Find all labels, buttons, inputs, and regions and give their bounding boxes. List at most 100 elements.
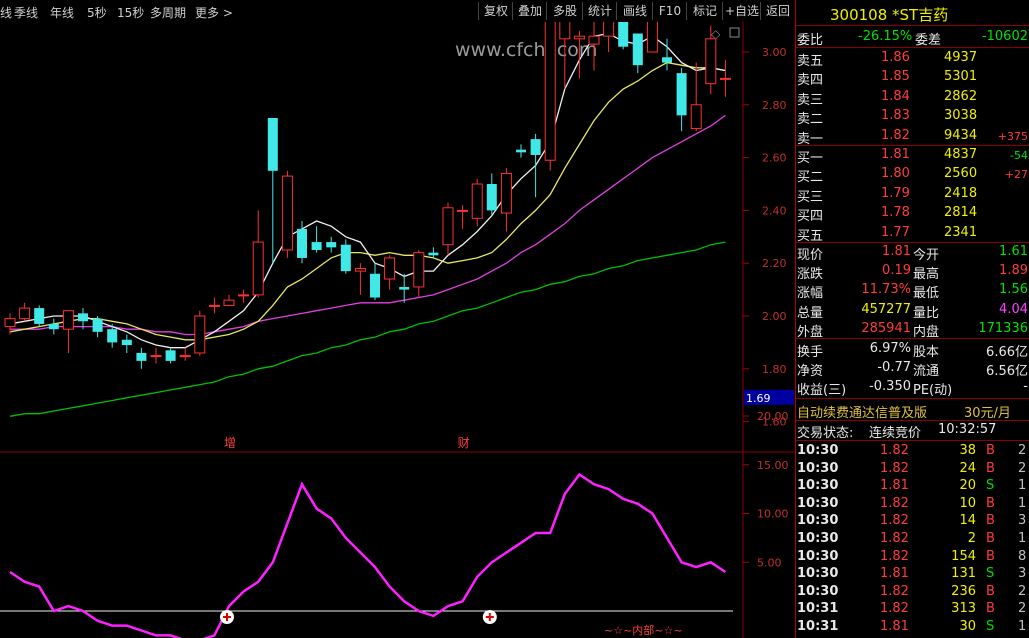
weicha-value: -10602 bbox=[981, 29, 1028, 44]
candle-up[interactable] bbox=[457, 209, 469, 212]
candle-down[interactable] bbox=[311, 242, 322, 250]
sell-level-price[interactable]: 1.84 bbox=[881, 89, 910, 104]
candle-up[interactable] bbox=[223, 299, 235, 306]
period-line[interactable]: 线 bbox=[0, 4, 12, 21]
candle-up[interactable] bbox=[281, 175, 293, 251]
candle-up[interactable] bbox=[62, 310, 74, 330]
indicator-line bbox=[9, 472, 727, 638]
candle-down[interactable] bbox=[516, 149, 526, 153]
candle-up[interactable] bbox=[4, 318, 16, 328]
candle-down[interactable] bbox=[121, 339, 132, 346]
candle-down[interactable] bbox=[676, 73, 687, 116]
indicator-footer: ~☆~内部~☆~ bbox=[604, 623, 683, 637]
mark-button[interactable]: 标记 bbox=[686, 2, 723, 20]
buy-level-label: 买一 bbox=[797, 151, 824, 166]
candle-down[interactable] bbox=[107, 329, 118, 343]
candle-down[interactable] bbox=[136, 352, 147, 361]
multi-period[interactable]: 多周期 bbox=[150, 4, 186, 21]
sell-level-price[interactable]: 1.85 bbox=[881, 69, 910, 84]
candle-up[interactable] bbox=[194, 315, 206, 354]
candle-up[interactable] bbox=[500, 172, 512, 214]
candle-up[interactable] bbox=[690, 104, 702, 130]
period-year[interactable]: 年线 bbox=[50, 4, 74, 21]
candle-down[interactable] bbox=[486, 184, 497, 211]
candle-up[interactable] bbox=[603, 22, 615, 37]
event-marker[interactable]: 财 bbox=[458, 436, 470, 450]
candle-up[interactable] bbox=[238, 294, 250, 297]
candle-down[interactable] bbox=[428, 252, 439, 256]
buy-level-price[interactable]: 1.80 bbox=[881, 166, 910, 181]
sell-level-price[interactable]: 1.83 bbox=[881, 108, 910, 123]
back-button[interactable]: 返回 bbox=[760, 2, 795, 20]
buy-level-price[interactable]: 1.78 bbox=[881, 205, 910, 220]
ad-text[interactable]: 自动续费通达信普及版 bbox=[797, 402, 927, 421]
candle-down[interactable] bbox=[340, 244, 351, 272]
candle-up[interactable] bbox=[354, 267, 366, 272]
buy-level-price[interactable]: 1.79 bbox=[881, 186, 910, 201]
buy-level-volume: 2814 bbox=[944, 205, 978, 221]
candle-down[interactable] bbox=[48, 323, 59, 330]
add-watchlist-button[interactable]: +自选 bbox=[722, 2, 761, 20]
candle-down[interactable] bbox=[632, 33, 643, 66]
candle-up[interactable] bbox=[384, 257, 396, 280]
f10-button[interactable]: F10 bbox=[652, 2, 687, 20]
buy-level-price[interactable]: 1.77 bbox=[881, 225, 910, 240]
candle-up[interactable] bbox=[150, 355, 162, 358]
price-axis-label: 2.40 bbox=[762, 204, 787, 217]
candle-up[interactable] bbox=[442, 207, 454, 246]
ma10-line bbox=[9, 61, 726, 341]
candle-down[interactable] bbox=[297, 228, 307, 258]
stat-label: PE(动) bbox=[913, 383, 953, 399]
candle-up[interactable] bbox=[208, 304, 220, 307]
candle-down[interactable] bbox=[34, 308, 45, 324]
candle-up[interactable] bbox=[559, 22, 571, 40]
buy-level-volume: 4837 bbox=[944, 147, 978, 162]
tick-count: 2 bbox=[1018, 601, 1027, 617]
candle-down[interactable] bbox=[370, 273, 380, 298]
sell-level-price[interactable]: 1.82 bbox=[881, 128, 910, 143]
candle-up[interactable] bbox=[19, 307, 31, 320]
candle-down[interactable] bbox=[267, 118, 278, 171]
draw-line-button[interactable]: 画线 bbox=[616, 2, 653, 20]
candle-up[interactable] bbox=[471, 183, 483, 219]
more-menu[interactable]: 更多 > bbox=[195, 4, 233, 21]
candle-up[interactable] bbox=[705, 38, 717, 85]
candle-up[interactable] bbox=[719, 77, 731, 80]
candle-up[interactable] bbox=[588, 35, 600, 45]
tick-volume: 38 bbox=[959, 443, 976, 458]
candle-up[interactable] bbox=[544, 22, 556, 161]
multi-stock-button[interactable]: 多股 bbox=[546, 2, 583, 20]
candle-up[interactable] bbox=[413, 252, 425, 288]
period-15s[interactable]: 15秒 bbox=[117, 4, 144, 21]
statistics-button[interactable]: 统计 bbox=[582, 2, 617, 20]
candle-up[interactable] bbox=[252, 241, 264, 296]
tick-count: 3 bbox=[1018, 513, 1027, 529]
candle-down[interactable] bbox=[530, 139, 541, 155]
stat-label: 内盘 bbox=[913, 324, 940, 340]
candle-down[interactable] bbox=[92, 318, 103, 332]
candle-down[interactable] bbox=[399, 286, 410, 290]
candle-down[interactable] bbox=[326, 242, 337, 248]
candle-down[interactable] bbox=[78, 313, 88, 322]
sell-level-price[interactable]: 1.86 bbox=[881, 50, 910, 65]
stat-value: -0.77 bbox=[877, 360, 911, 376]
period-season[interactable]: 季线 bbox=[14, 4, 38, 21]
stock-title[interactable]: 300108 *ST吉药 bbox=[830, 4, 948, 25]
candle-down[interactable] bbox=[618, 22, 629, 47]
candle-up[interactable] bbox=[573, 35, 585, 40]
candle-down[interactable] bbox=[662, 57, 672, 63]
period-5s[interactable]: 5秒 bbox=[87, 4, 107, 21]
candle-down[interactable] bbox=[165, 350, 176, 361]
buy-level-price[interactable]: 1.81 bbox=[881, 147, 910, 162]
candle-up[interactable] bbox=[179, 355, 191, 358]
ad-price[interactable]: 30元/月 bbox=[964, 402, 1011, 421]
stat-value: 11.73% bbox=[861, 282, 911, 298]
event-marker[interactable]: 增 bbox=[224, 436, 236, 450]
kline-chart[interactable]: www.cfchi.com ◇ 3.203.002.802.602.402.20… bbox=[0, 22, 795, 638]
tick-volume: 24 bbox=[959, 460, 976, 476]
weibi-value: -26.15% bbox=[858, 29, 913, 44]
overlay-button[interactable]: 叠加 bbox=[512, 2, 547, 20]
fuquan-button[interactable]: 复权 bbox=[478, 2, 513, 20]
window-icon[interactable] bbox=[729, 27, 740, 38]
candle-up[interactable] bbox=[646, 22, 658, 53]
